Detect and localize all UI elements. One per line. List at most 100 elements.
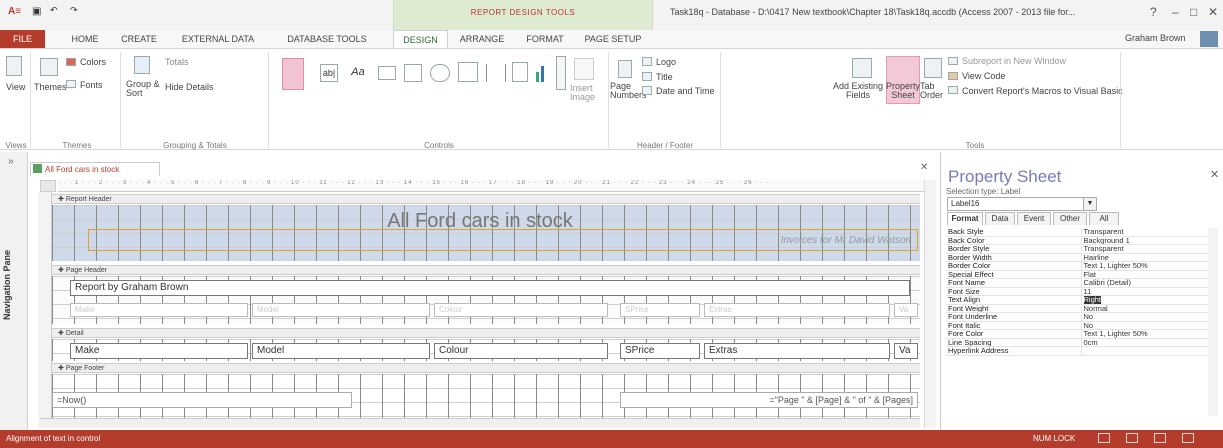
ghost-label-colour[interactable]: Colour (434, 303, 608, 317)
convert-macros-button[interactable]: Convert Report's Macros to Visual Basic (962, 86, 1123, 96)
horizontal-scrollbar[interactable] (40, 418, 920, 428)
property-row[interactable]: Back Color Background 1 (946, 236, 1208, 245)
title-button[interactable]: Title (656, 72, 673, 82)
web-browser-icon[interactable] (458, 62, 478, 82)
navigation-pane-label[interactable]: Navigation Pane (2, 250, 12, 320)
property-row[interactable]: Special Effect Flat (946, 270, 1208, 279)
avatar[interactable] (1200, 31, 1218, 47)
vertical-scrollbar[interactable] (924, 180, 936, 428)
report-header-bar[interactable]: ✚ Report Header (52, 194, 920, 204)
field-extras[interactable]: Extras (704, 343, 890, 359)
property-value-text[interactable]: Calibri (Detail) (1084, 279, 1132, 286)
property-row[interactable]: Line Spacing 0cm (946, 338, 1208, 347)
property-value-text[interactable]: Transparent (1084, 245, 1124, 252)
tab-arrange[interactable]: ARRANGE (452, 30, 512, 48)
hyperlink-icon[interactable] (430, 64, 450, 82)
controls-more-icon[interactable] (556, 56, 566, 90)
property-sheet-button[interactable]: Property Sheet (886, 82, 920, 100)
tab-order-button[interactable]: Tab Order (920, 82, 944, 100)
property-value[interactable]: No (1080, 321, 1208, 330)
label-icon[interactable]: Aa (348, 64, 368, 82)
close-property-sheet-icon[interactable]: ✕ (1210, 168, 1219, 181)
minimize-button[interactable]: – (1172, 5, 1179, 19)
field-make[interactable]: Make (70, 343, 248, 359)
pstab-event[interactable]: Event (1017, 212, 1051, 225)
field-model[interactable]: Model (252, 343, 430, 359)
pstab-format[interactable]: Format (947, 212, 983, 225)
undo-icon[interactable]: ↶ (50, 5, 58, 16)
report-by-label[interactable]: Report by Graham Brown (70, 280, 910, 296)
property-row[interactable]: Font Size 11 (946, 287, 1208, 296)
property-row[interactable]: Border Style Transparent (946, 244, 1208, 254)
ghost-label-va[interactable]: Va (894, 303, 918, 317)
property-sheet-scrollbar[interactable] (1208, 228, 1218, 416)
property-value[interactable]: Text 1, Lighter 50% (1080, 329, 1208, 339)
tab-home[interactable]: HOME (60, 30, 110, 48)
page-header-bar[interactable]: ✚ Page Header (52, 265, 920, 275)
property-row[interactable]: Font Italic No (946, 321, 1208, 330)
property-row[interactable]: Font Weight Normal (946, 304, 1208, 313)
option-group-icon[interactable] (512, 62, 528, 82)
property-row[interactable]: Fore Color Text 1, Lighter 50% (946, 329, 1208, 339)
insert-image-button[interactable]: Insert Image (570, 84, 604, 102)
property-value[interactable]: Normal (1080, 304, 1208, 313)
group-sort-button[interactable]: Group & Sort (126, 80, 162, 98)
pstab-data[interactable]: Data (985, 212, 1015, 225)
pstab-other[interactable]: Other (1053, 212, 1087, 225)
page-footer-bar[interactable]: ✚ Page Footer (52, 363, 920, 373)
hide-details-button[interactable]: Hide Details (165, 82, 214, 92)
view-button-label[interactable]: View (6, 82, 25, 92)
add-existing-fields-icon[interactable] (852, 58, 872, 78)
page-number-textbox[interactable]: ="Page " & [Page] & " of " & [Pages] (620, 392, 918, 408)
tab-format[interactable]: FORMAT (516, 30, 574, 48)
property-value-text[interactable]: Hairline (1084, 253, 1109, 260)
now-textbox[interactable]: =Now() (52, 392, 352, 408)
chevron-down-icon[interactable]: ▼ (1083, 198, 1096, 210)
document-tab[interactable]: All Ford cars in stock (30, 162, 160, 176)
report-subtitle-label[interactable]: Invoices for Mr David Watson (88, 229, 918, 251)
property-value-text[interactable]: Flat (1084, 270, 1097, 277)
totals-button[interactable]: Totals (165, 57, 189, 67)
page-numbers-icon[interactable] (618, 60, 632, 78)
property-row[interactable]: Font Name Calibri (Detail) (946, 278, 1208, 288)
tab-control-icon[interactable] (404, 64, 422, 82)
ghost-label-extras[interactable]: Extras (704, 303, 890, 317)
property-value-text[interactable]: Right (1083, 295, 1102, 304)
close-document-icon[interactable]: ✕ (920, 162, 928, 173)
design-view-icon[interactable] (1182, 433, 1194, 443)
property-row[interactable]: Back Style Transparent (946, 228, 1208, 237)
insert-image-icon[interactable] (574, 58, 594, 80)
ghost-label-make[interactable]: Make (70, 303, 248, 317)
field-sprice[interactable]: SPrice (620, 343, 700, 359)
layout-view-icon[interactable] (1154, 433, 1166, 443)
subreport-button[interactable]: Subreport in New Window (962, 56, 1066, 66)
property-value[interactable]: 11 (1080, 287, 1208, 296)
select-arrow-icon[interactable] (282, 58, 304, 90)
field-va[interactable]: Va (894, 343, 918, 359)
print-preview-icon[interactable] (1126, 433, 1138, 443)
help-button[interactable]: ? (1150, 5, 1157, 19)
close-button[interactable]: ✕ (1208, 5, 1218, 19)
property-value-text[interactable]: Text 1, Lighter 50% (1084, 330, 1148, 337)
property-value[interactable]: 0cm (1080, 338, 1208, 347)
property-value-text[interactable]: Background 1 (1084, 236, 1130, 243)
restore-button[interactable]: □ (1190, 5, 1197, 19)
tab-file[interactable]: FILE (0, 30, 45, 48)
property-value-text[interactable]: Transparent (1084, 228, 1124, 235)
property-value[interactable]: Transparent (1080, 228, 1208, 237)
field-colour[interactable]: Colour (434, 343, 608, 359)
button-control-icon[interactable] (378, 66, 396, 80)
property-value[interactable]: Hairline (1080, 253, 1208, 262)
property-value-text[interactable]: 0cm (1084, 338, 1098, 345)
property-row[interactable]: Border Width Hairline (946, 253, 1208, 262)
ghost-label-model[interactable]: Model (252, 303, 430, 317)
property-value[interactable]: Background 1 (1080, 236, 1208, 245)
property-value-text[interactable]: Normal (1084, 304, 1108, 311)
pstab-all[interactable]: All (1089, 212, 1119, 225)
control-selector-dropdown[interactable]: Label16 (947, 197, 1097, 211)
property-value-text[interactable]: No (1084, 321, 1094, 328)
detail-bar[interactable]: ✚ Detail (52, 328, 920, 338)
property-row[interactable]: Border Color Text 1, Lighter 50% (946, 261, 1208, 271)
property-row[interactable]: Text Align Right (946, 295, 1208, 305)
ghost-label-sprice[interactable]: SPrice (620, 303, 700, 317)
